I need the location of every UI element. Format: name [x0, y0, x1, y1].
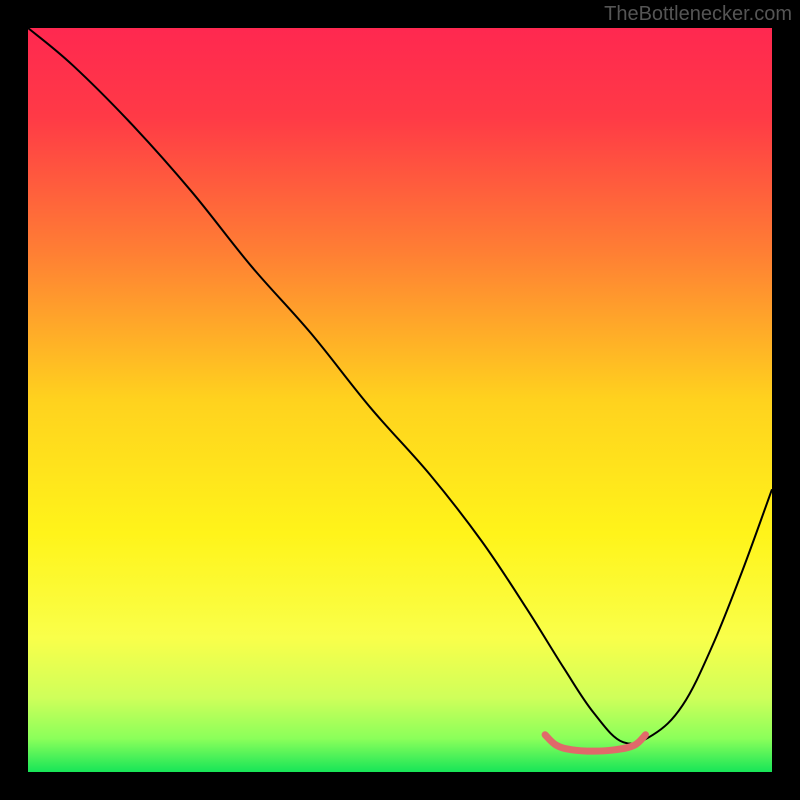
chart-frame: TheBottlenecker.com	[0, 0, 800, 800]
plot-area	[28, 28, 772, 772]
chart-svg	[28, 28, 772, 772]
watermark-text: TheBottlenecker.com	[604, 3, 792, 26]
gradient-background	[28, 28, 772, 772]
